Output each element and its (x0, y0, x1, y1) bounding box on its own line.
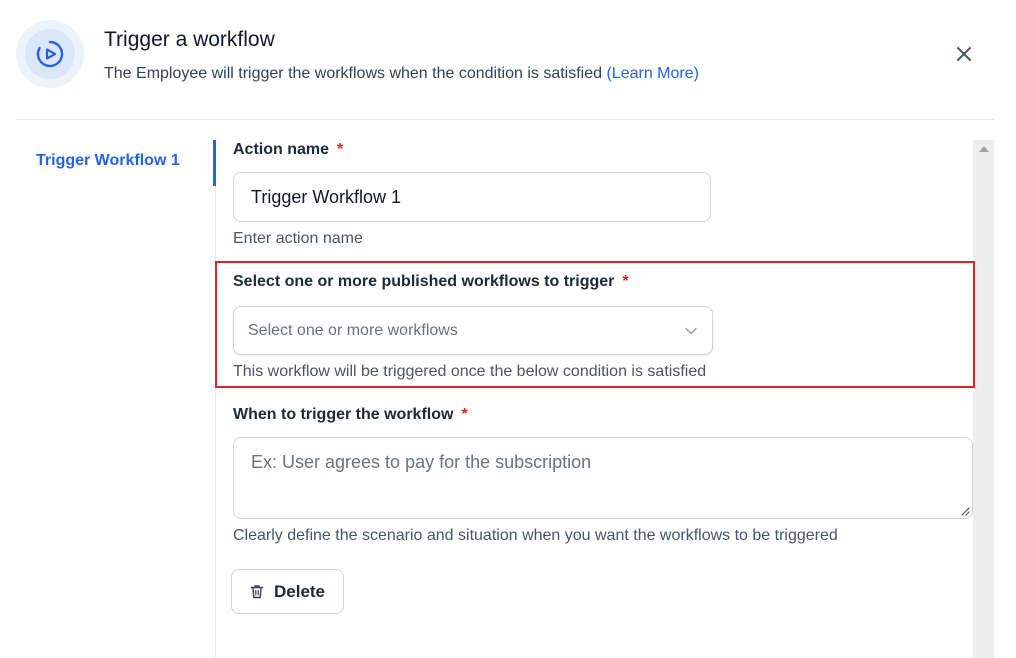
close-button[interactable] (950, 40, 978, 68)
trigger-condition-help: Clearly define the scenario and situatio… (233, 527, 838, 544)
header-icon-badge (16, 20, 84, 88)
action-name-label: Action name * (233, 141, 344, 158)
workflows-select-placeholder: Select one or more workflows (248, 321, 458, 339)
learn-more-link[interactable]: (Learn More) (606, 65, 698, 82)
workflows-help: This workflow will be triggered once the… (233, 363, 707, 380)
chevron-down-icon (685, 327, 697, 334)
required-mark: * (461, 406, 468, 423)
play-circle-icon (36, 40, 64, 68)
trash-icon (250, 585, 264, 599)
workflows-select[interactable]: Select one or more workflows (233, 306, 713, 355)
subtitle-text: The Employee will trigger the workflows … (104, 65, 603, 82)
scrollbar[interactable] (973, 140, 994, 658)
resize-handle-icon[interactable] (960, 506, 970, 516)
workflows-label: Select one or more published workflows t… (233, 273, 629, 290)
delete-button-label: Delete (273, 581, 326, 601)
trigger-condition-label: When to trigger the workflow * (233, 406, 468, 423)
trigger-condition-textarea[interactable]: Ex: User agrees to pay for the subscript… (233, 437, 973, 519)
sidebar-item-trigger-workflow-1[interactable]: Trigger Workflow 1 (36, 152, 180, 170)
header-divider (16, 119, 994, 120)
action-name-help: Enter action name (233, 230, 363, 247)
close-icon (957, 47, 971, 61)
sidebar-divider (215, 186, 216, 658)
action-name-input[interactable]: Trigger Workflow 1 (233, 172, 711, 222)
delete-button[interactable]: Delete (231, 569, 344, 614)
required-mark: * (622, 273, 629, 290)
required-mark: * (337, 141, 344, 158)
scroll-up-arrow-icon[interactable] (979, 146, 989, 152)
trigger-condition-placeholder: Ex: User agrees to pay for the subscript… (251, 452, 592, 472)
page-subtitle: The Employee will trigger the workflows … (104, 65, 699, 83)
page-title: Trigger a workflow (104, 28, 275, 51)
sidebar-active-indicator (213, 140, 216, 186)
